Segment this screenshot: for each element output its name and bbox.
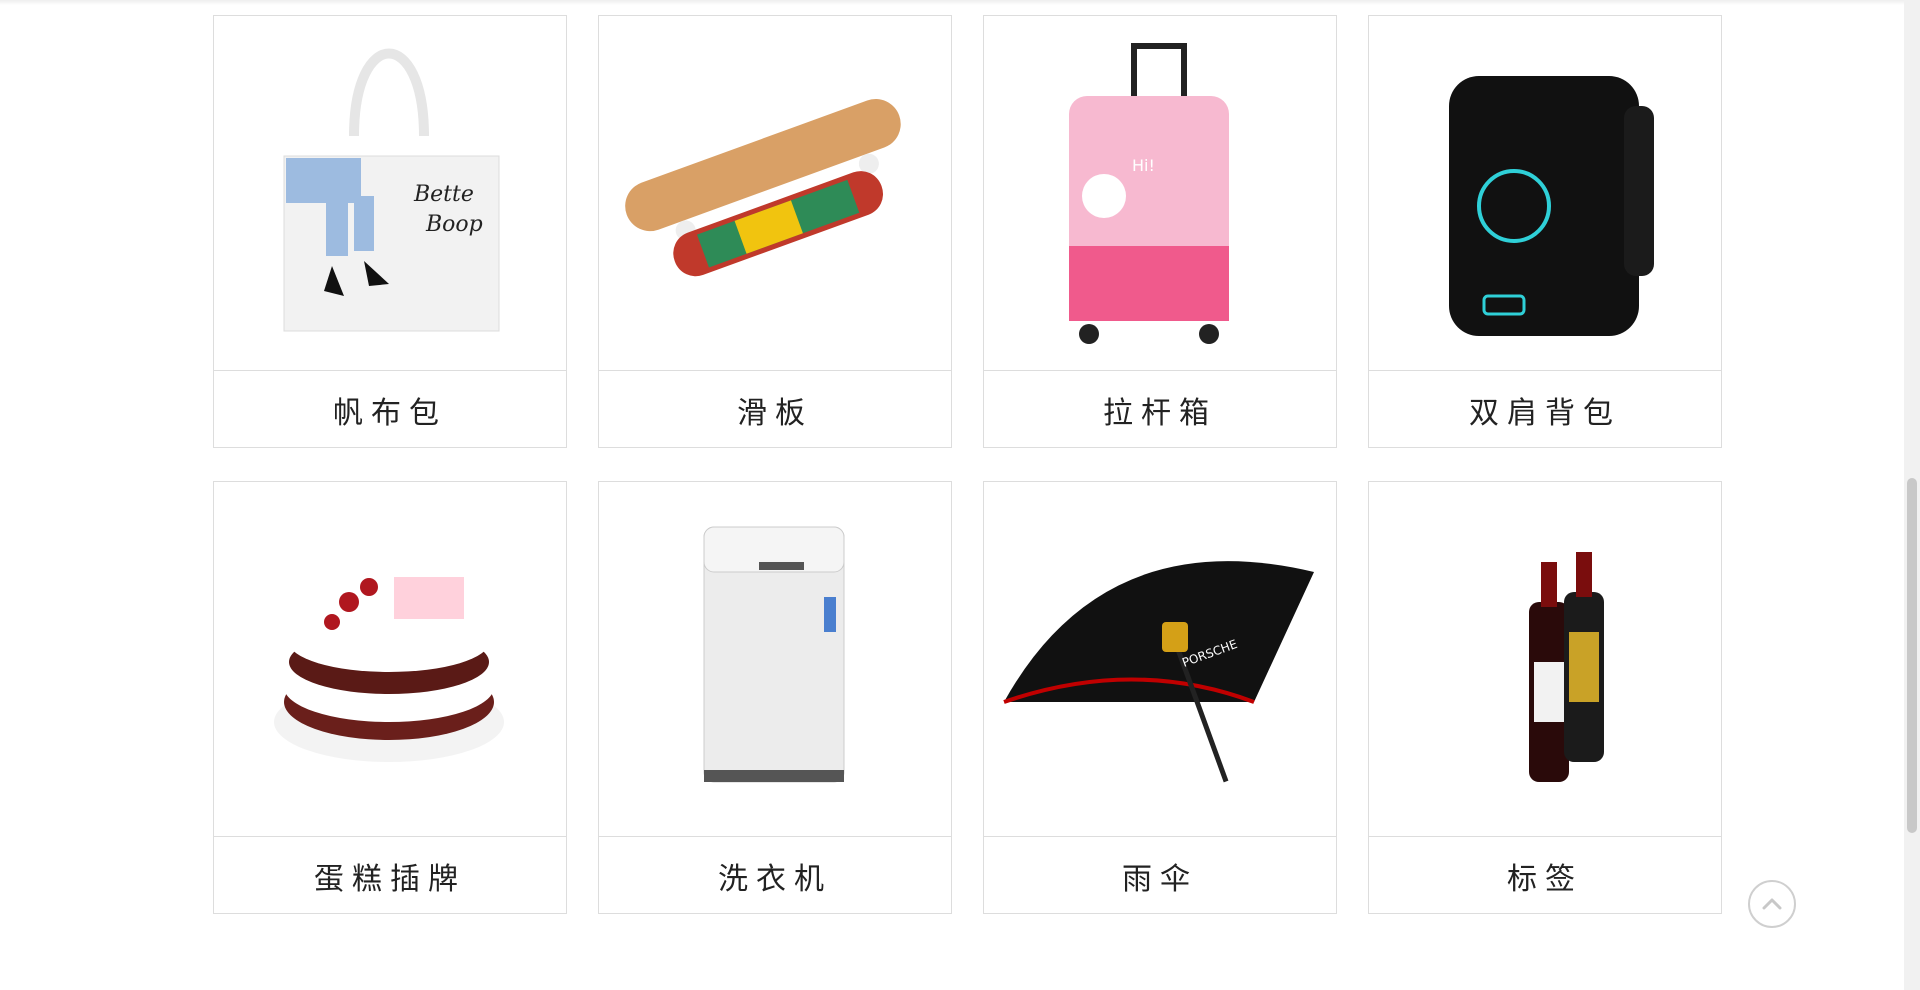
tote-text-line2: Boop bbox=[425, 212, 483, 237]
washing-machine-image bbox=[599, 482, 951, 836]
product-label: 标签 bbox=[1369, 836, 1721, 914]
tote-text-line1: Bette bbox=[413, 182, 474, 207]
back-to-top-button[interactable] bbox=[1748, 880, 1796, 928]
suitcase-tag: Hi! bbox=[1132, 156, 1155, 175]
product-label: 拉杆箱 bbox=[984, 370, 1336, 448]
product-label: 双肩背包 bbox=[1369, 370, 1721, 448]
vertical-scrollbar[interactable] bbox=[1904, 0, 1920, 990]
backpack-image bbox=[1369, 16, 1721, 370]
chevron-up-icon bbox=[1762, 898, 1782, 910]
product-card-suitcase[interactable]: Hi! 拉杆箱 bbox=[983, 15, 1337, 448]
scrollbar-thumb[interactable] bbox=[1907, 478, 1917, 833]
product-label: 帆布包 bbox=[214, 370, 566, 448]
product-card-backpack[interactable]: 双肩背包 bbox=[1368, 15, 1722, 448]
product-card-cake[interactable]: 蛋糕插牌 bbox=[213, 481, 567, 914]
tote-bag-image: Bette Boop bbox=[214, 16, 566, 370]
product-card-umbrella[interactable]: PORSCHE 雨伞 bbox=[983, 481, 1337, 914]
product-label: 雨伞 bbox=[984, 836, 1336, 914]
product-card-tote-bag[interactable]: Bette Boop 帆布包 bbox=[213, 15, 567, 448]
umbrella-image: PORSCHE bbox=[984, 482, 1336, 836]
skateboard-image bbox=[599, 16, 951, 370]
cake-image bbox=[214, 482, 566, 836]
top-divider bbox=[0, 0, 1904, 5]
product-label: 滑板 bbox=[599, 370, 951, 448]
suitcase-image: Hi! bbox=[984, 16, 1336, 370]
wine-bottles-image bbox=[1369, 482, 1721, 836]
product-label: 洗衣机 bbox=[599, 836, 951, 914]
product-card-skateboard[interactable]: 滑板 bbox=[598, 15, 952, 448]
product-card-washing-machine[interactable]: 洗衣机 bbox=[598, 481, 952, 914]
product-card-wine-bottles[interactable]: 标签 bbox=[1368, 481, 1722, 914]
product-label: 蛋糕插牌 bbox=[214, 836, 566, 914]
